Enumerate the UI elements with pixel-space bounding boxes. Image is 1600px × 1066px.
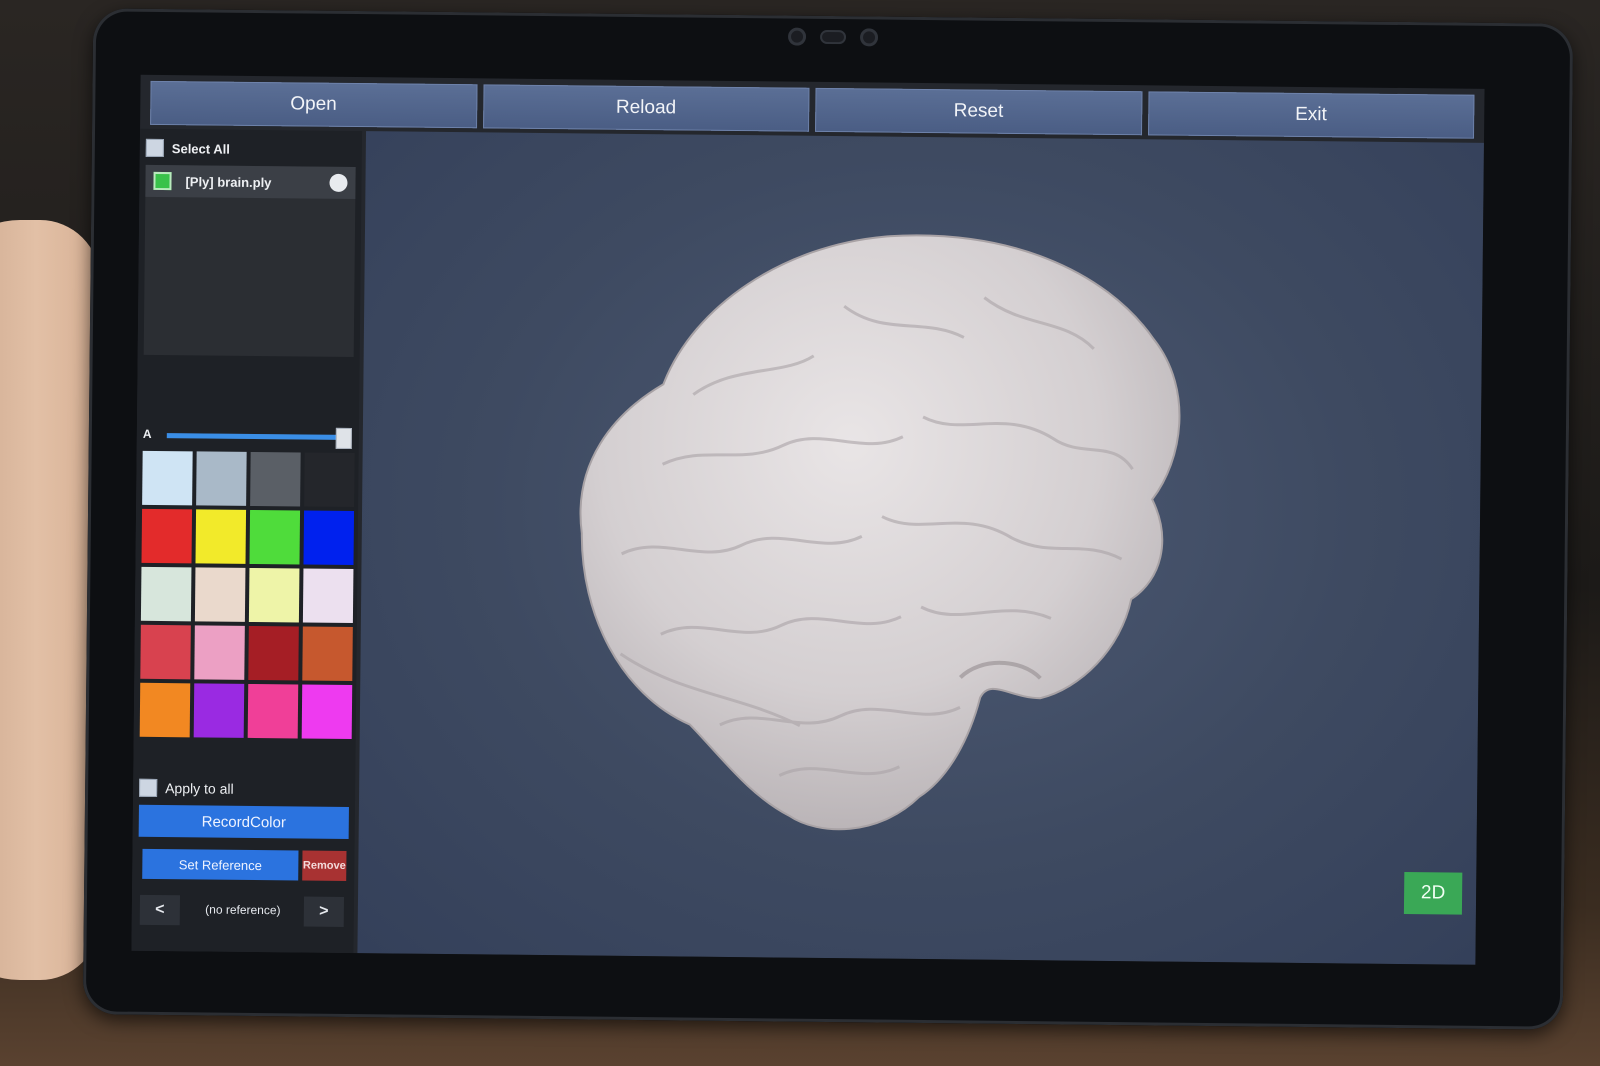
remove-button[interactable]: Remove	[302, 850, 347, 881]
color-swatch[interactable]	[250, 451, 301, 507]
color-swatch[interactable]	[302, 626, 353, 682]
file-label: [Ply] brain.ply	[185, 173, 272, 190]
reset-button[interactable]: Reset	[815, 87, 1142, 136]
2d-mode-button[interactable]: 2D	[1403, 872, 1463, 915]
apply-to-all-checkbox[interactable]	[139, 778, 158, 797]
apply-to-all-row[interactable]: Apply to all	[139, 778, 234, 798]
select-all-label: Select All	[171, 140, 230, 157]
alpha-slider-fill	[166, 433, 344, 440]
set-reference-button[interactable]: Set Reference	[142, 848, 299, 881]
file-visibility-checkbox[interactable]	[153, 171, 172, 191]
exit-button[interactable]: Exit	[1147, 91, 1475, 139]
file-list: [Ply] brain.ply	[143, 164, 356, 358]
select-all-row[interactable]: Select All	[145, 138, 230, 158]
tablet-frame: Open Reload Reset Exit Select All [Ply] …	[82, 8, 1574, 1030]
apply-to-all-label: Apply to all	[165, 780, 234, 797]
color-swatch[interactable]	[302, 568, 354, 624]
camera-icon	[787, 27, 807, 46]
reference-status: (no reference)	[205, 902, 281, 918]
color-swatch[interactable]	[141, 508, 193, 564]
color-swatch[interactable]	[194, 567, 246, 622]
alpha-label: A	[142, 426, 152, 441]
color-swatch[interactable]	[194, 625, 245, 680]
color-palette	[139, 450, 355, 740]
color-swatch[interactable]	[247, 683, 299, 739]
camera-bar	[787, 27, 879, 47]
select-all-checkbox[interactable]	[145, 138, 164, 158]
alpha-slider-thumb[interactable]	[336, 427, 353, 450]
color-swatch[interactable]	[304, 452, 355, 508]
next-reference-button[interactable]: >	[303, 896, 345, 927]
file-select-radio[interactable]	[329, 173, 348, 192]
color-swatch[interactable]	[140, 566, 192, 622]
color-swatch[interactable]	[139, 682, 191, 738]
sensor-icon	[819, 29, 847, 45]
color-swatch[interactable]	[249, 509, 301, 565]
reload-button[interactable]: Reload	[482, 84, 810, 132]
color-swatch[interactable]	[196, 451, 247, 506]
alpha-slider-row: A	[142, 425, 353, 450]
brain-model-icon	[579, 234, 1181, 831]
color-swatch[interactable]	[301, 684, 353, 740]
color-swatch[interactable]	[248, 567, 300, 623]
alpha-slider[interactable]	[166, 427, 353, 450]
reference-navigator: < (no reference) >	[138, 894, 348, 927]
3d-viewport[interactable]: 2D	[357, 131, 1484, 965]
color-swatch[interactable]	[248, 625, 299, 681]
color-swatch[interactable]	[142, 450, 193, 506]
camera-icon	[859, 28, 879, 47]
app-window: Open Reload Reset Exit Select All [Ply] …	[131, 74, 1485, 965]
color-swatch[interactable]	[140, 624, 191, 680]
color-swatch[interactable]	[195, 509, 247, 564]
prev-reference-button[interactable]: <	[139, 894, 181, 926]
record-color-button[interactable]: RecordColor	[138, 804, 349, 839]
color-swatch[interactable]	[193, 683, 245, 738]
open-button[interactable]: Open	[150, 80, 478, 129]
sidebar: Select All [Ply] brain.ply A Apply to al…	[131, 128, 363, 954]
list-item[interactable]: [Ply] brain.ply	[145, 164, 356, 200]
color-swatch[interactable]	[303, 510, 355, 566]
